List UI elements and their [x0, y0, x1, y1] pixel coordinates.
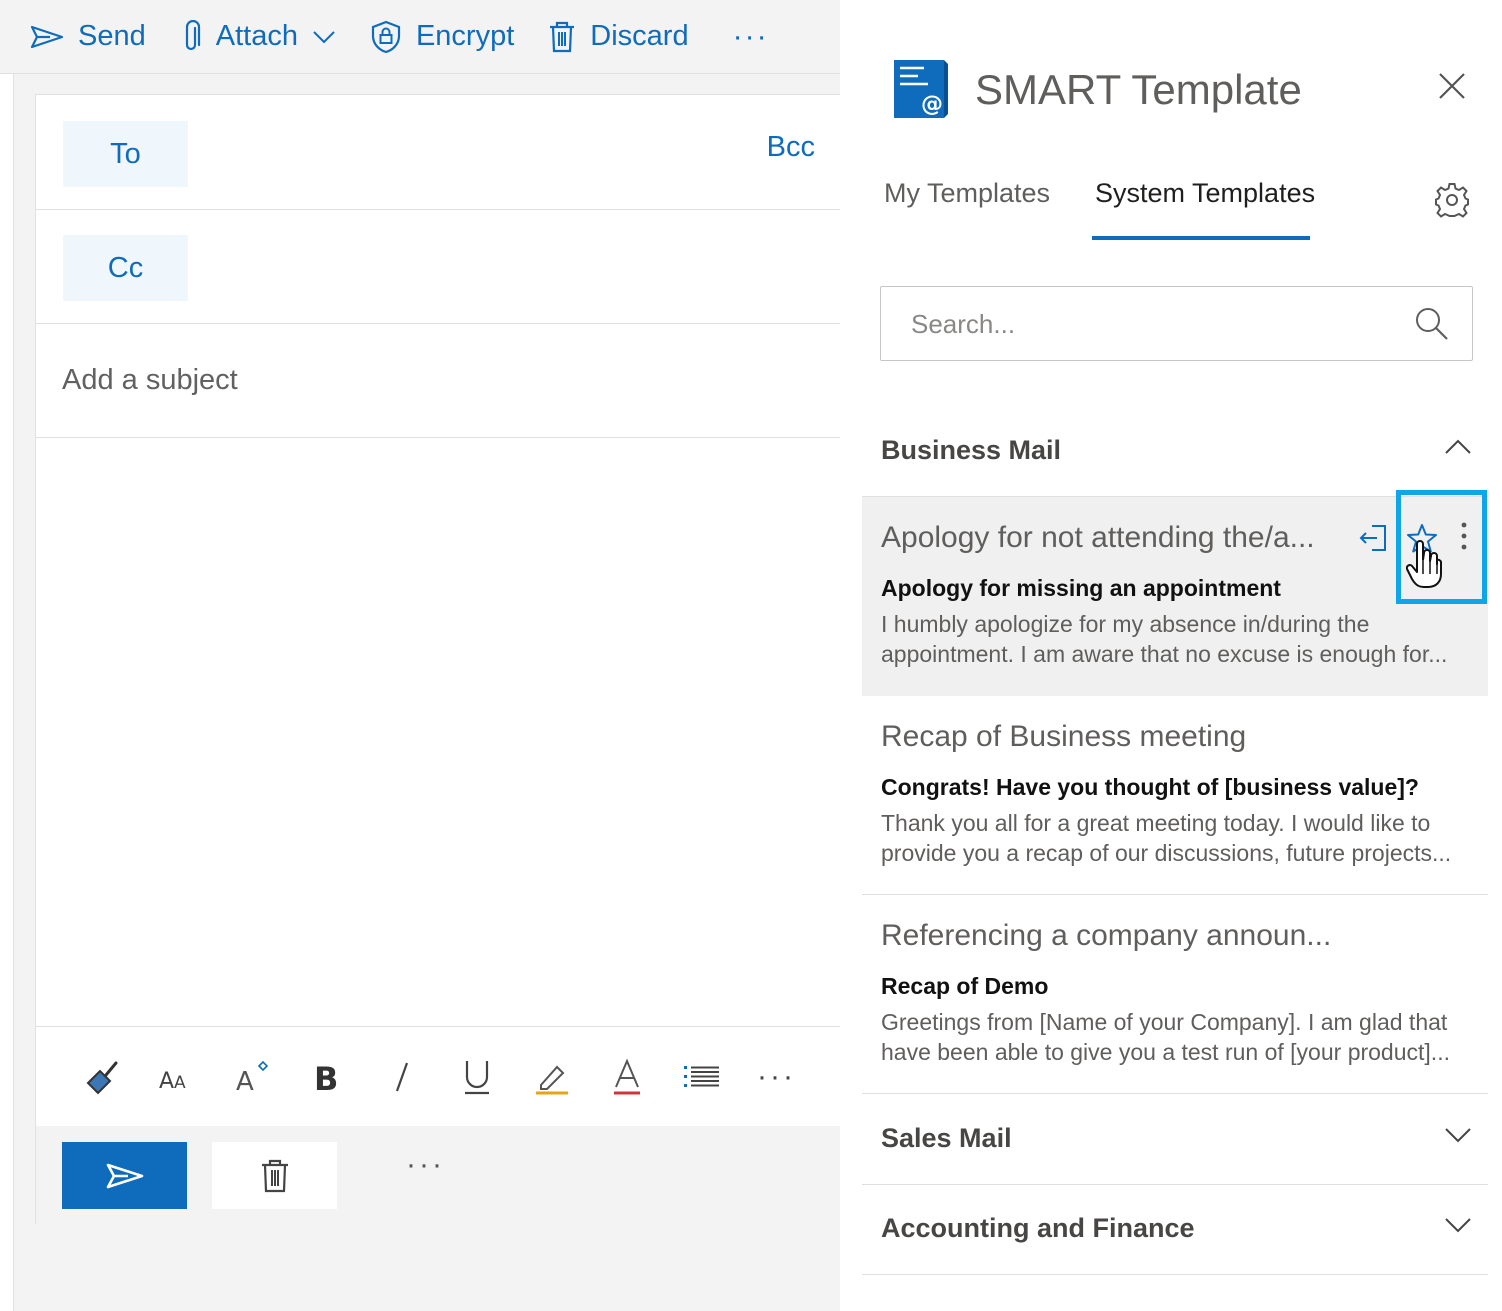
template-item[interactable]: Apology for not attending the/a... Apolo…	[862, 497, 1488, 696]
compose-more-button[interactable]: ···	[406, 1148, 445, 1182]
format-toolbar: AA A B ···	[36, 1026, 841, 1126]
toolbar-more-button[interactable]: ···	[733, 20, 769, 54]
trash-icon	[261, 1159, 288, 1192]
send-icon	[30, 25, 64, 48]
close-icon[interactable]	[1438, 72, 1466, 100]
insert-template-icon[interactable]	[1358, 523, 1388, 553]
discard-toolbar-button[interactable]: Discard	[548, 5, 689, 69]
search-icon[interactable]	[1413, 305, 1451, 343]
template-item[interactable]: Recap of Business meeting Congrats! Have…	[862, 696, 1488, 895]
template-preview: Greetings from [Name of your Company]. I…	[881, 1007, 1451, 1067]
template-preview-line: I humbly apologize for my absence in/dur…	[881, 611, 1370, 637]
font-color-icon[interactable]	[589, 1047, 664, 1107]
svg-text:A: A	[236, 1067, 254, 1094]
compose-pane: Send Attach Encrypt Discard ··· To Bcc C…	[0, 0, 841, 1311]
template-subject: Congrats! Have you thought of [business …	[881, 774, 1419, 800]
tab-my-templates[interactable]: My Templates	[884, 178, 1050, 209]
template-subject: Recap of Demo	[881, 973, 1049, 999]
chevron-down-icon	[1445, 1128, 1471, 1143]
send-toolbar-label: Send	[78, 20, 146, 52]
bold-icon[interactable]: B	[289, 1047, 364, 1107]
bullets-icon[interactable]	[664, 1047, 739, 1107]
bcc-button[interactable]: Bcc	[767, 131, 815, 164]
svg-text:A: A	[174, 1073, 186, 1092]
chevron-down-icon	[1445, 1218, 1471, 1233]
font-size-icon[interactable]: AA	[139, 1047, 214, 1107]
template-preview-line: appointment. I am aware that no excuse i…	[881, 641, 1448, 667]
text-effects-icon[interactable]: A	[214, 1047, 289, 1107]
template-title: Recap of Business meeting	[881, 720, 1247, 753]
underline-icon[interactable]	[439, 1047, 514, 1107]
paperclip-icon	[185, 19, 200, 50]
format-more-button[interactable]: ···	[739, 1047, 814, 1107]
category-business-mail[interactable]: Business Mail	[862, 407, 1488, 497]
template-title: Apology for not attending the/a...	[881, 521, 1315, 554]
category-label: Accounting and Finance	[881, 1213, 1195, 1243]
encrypt-toolbar-button[interactable]: Encrypt	[370, 5, 514, 69]
hand-cursor-icon	[1406, 540, 1442, 588]
send-button[interactable]	[62, 1142, 187, 1209]
message-card: To Bcc Cc Add a subject AA A B ··· ···	[35, 94, 841, 1225]
cc-button[interactable]: Cc	[63, 235, 188, 301]
tab-system-templates[interactable]: System Templates	[1095, 178, 1315, 209]
template-search-input[interactable]	[911, 305, 1391, 343]
send-icon	[106, 1163, 143, 1188]
compose-toolbar: Send Attach Encrypt Discard ···	[0, 0, 840, 74]
template-preview-line: Thank you all for a great meeting today.…	[881, 810, 1431, 836]
template-title: Referencing a company announ...	[881, 919, 1332, 952]
to-row: To Bcc	[36, 95, 841, 210]
smart-template-logo-icon: @	[894, 60, 948, 118]
category-accounting-finance[interactable]: Accounting and Finance	[862, 1185, 1488, 1275]
template-preview: Thank you all for a great meeting today.…	[881, 808, 1451, 868]
template-search-box	[880, 286, 1473, 361]
subject-row[interactable]: Add a subject	[36, 324, 841, 438]
more-vertical-icon[interactable]	[1458, 521, 1470, 553]
attach-toolbar-label: Attach	[215, 20, 298, 52]
trash-icon	[550, 21, 575, 52]
template-subject: Apology for missing an appointment	[881, 575, 1281, 601]
svg-text:B: B	[314, 1060, 338, 1094]
category-sales-mail[interactable]: Sales Mail	[862, 1095, 1488, 1185]
smart-template-pane: @ SMART Template My Templates System Tem…	[840, 0, 1502, 1311]
subject-input[interactable]: Add a subject	[62, 364, 238, 397]
app-root: Send Attach Encrypt Discard ··· To Bcc C…	[0, 0, 1502, 1311]
delete-draft-button[interactable]	[212, 1142, 337, 1209]
active-tab-indicator	[1092, 236, 1310, 240]
highlight-icon[interactable]	[514, 1047, 589, 1107]
template-item[interactable]: Referencing a company announ... Recap of…	[862, 895, 1488, 1094]
pane-title: SMART Template	[975, 66, 1302, 113]
category-label: Sales Mail	[881, 1123, 1012, 1153]
italic-icon[interactable]	[364, 1047, 439, 1107]
chevron-down-icon	[313, 30, 335, 43]
template-preview-line: have been able to give you a test run of…	[881, 1039, 1450, 1065]
to-button[interactable]: To	[63, 121, 188, 187]
format-painter-icon[interactable]	[64, 1047, 139, 1107]
template-preview: I humbly apologize for my absence in/dur…	[881, 609, 1451, 669]
encrypt-toolbar-label: Encrypt	[415, 20, 515, 52]
svg-text:@: @	[921, 92, 943, 117]
category-label: Business Mail	[881, 435, 1062, 465]
chevron-up-icon	[1445, 439, 1471, 454]
discard-toolbar-label: Discard	[590, 20, 689, 52]
message-body[interactable]	[36, 438, 841, 1026]
compose-action-bar: ···	[36, 1126, 841, 1225]
cc-row: Cc	[36, 210, 841, 324]
attach-toolbar-button[interactable]: Attach	[180, 5, 336, 69]
gear-icon[interactable]	[1434, 182, 1470, 218]
template-preview-line: Greetings from [Name of your Company]. I…	[881, 1009, 1451, 1035]
shield-lock-icon	[371, 20, 401, 53]
svg-text:A: A	[159, 1069, 174, 1092]
send-toolbar-button[interactable]: Send	[30, 5, 146, 69]
left-pane-edge	[0, 74, 14, 1311]
template-preview-line: provide you a recap of our discussions, …	[881, 840, 1451, 866]
